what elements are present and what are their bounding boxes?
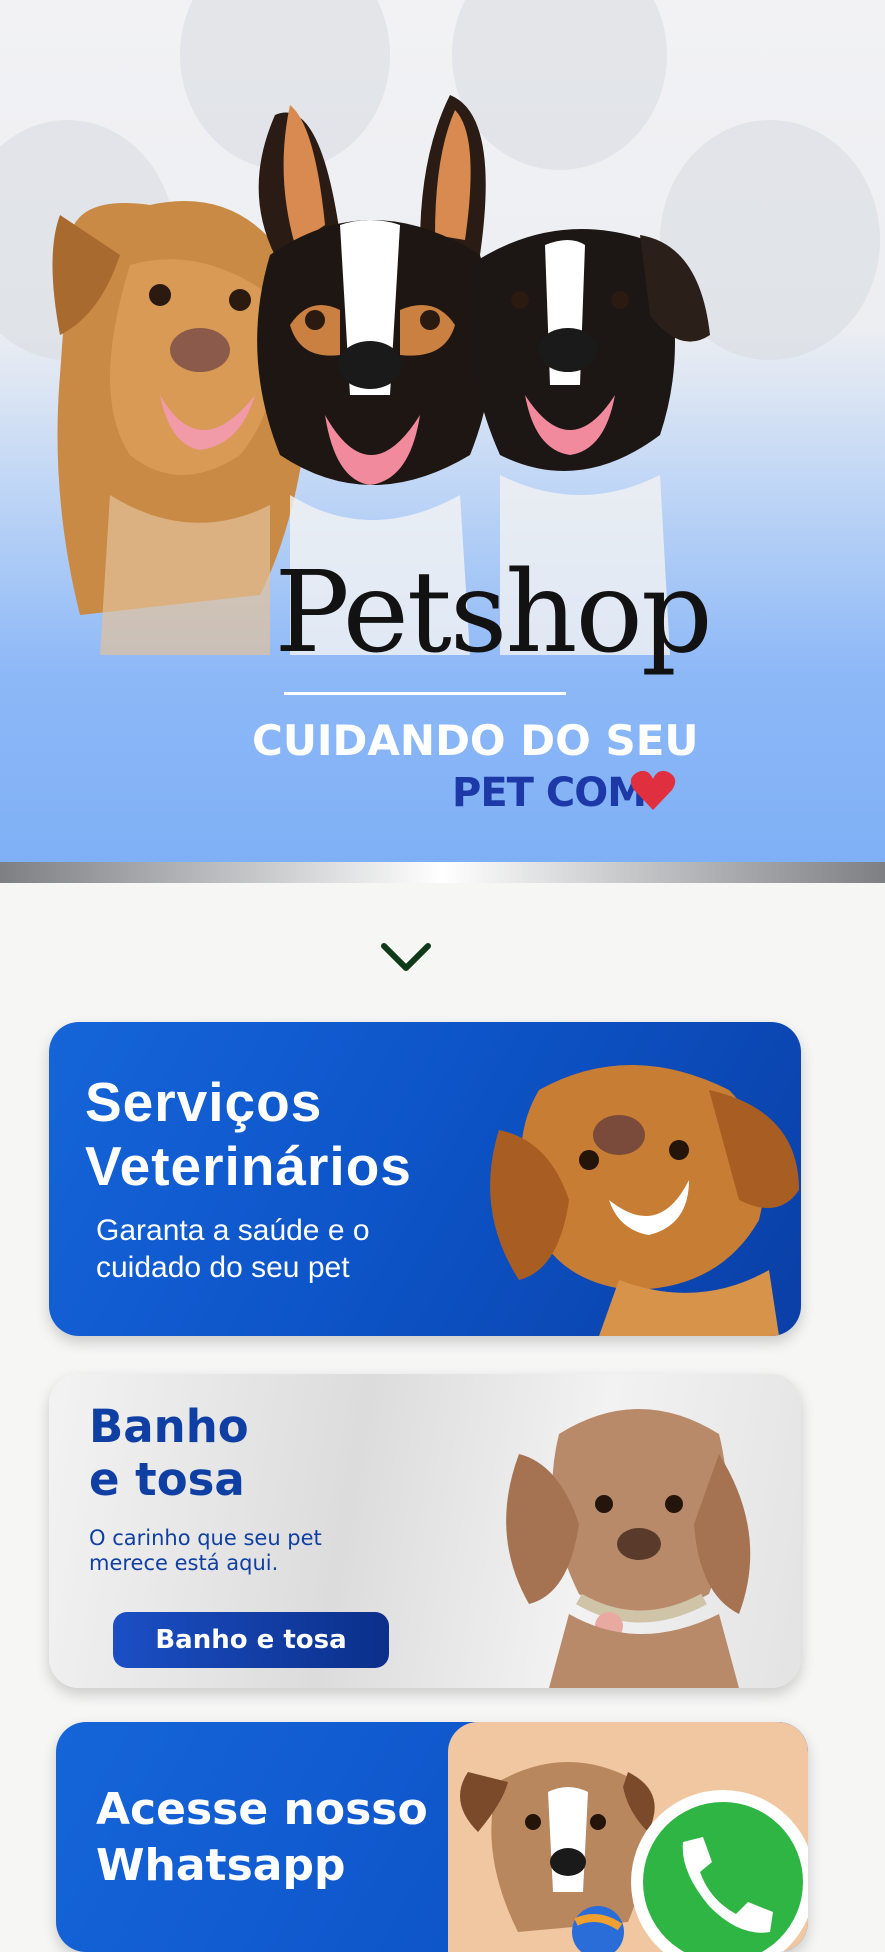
dachshund-dog-image [506, 1409, 751, 1688]
hero-title: Petshop [274, 548, 712, 678]
grooming-card-subtitle: O carinho que seu pet merece está aqui. [89, 1526, 322, 1575]
whatsapp-icon [631, 1790, 808, 1952]
whatsapp-card-title: Acesse nosso Whatsapp [96, 1782, 428, 1894]
vet-title-line1: Serviços [85, 1071, 323, 1133]
vet-card-subtitle: Garanta a saúde e o cuidado do seu pet [96, 1214, 370, 1284]
chevron-down-icon[interactable] [380, 942, 432, 974]
grooming-card-title: Banho e tosa [89, 1400, 349, 1506]
heart-icon [630, 770, 676, 810]
grooming-card[interactable]: Banho e tosa O carinho que seu pet merec… [49, 1374, 801, 1688]
grooming-title-line2: e tosa [89, 1453, 245, 1506]
grooming-button[interactable]: Banho e tosa [113, 1612, 389, 1668]
hero-subtitle-line2: PET COM [452, 770, 647, 816]
grooming-title-line1: Banho [89, 1400, 249, 1453]
divider-line [284, 692, 566, 695]
metallic-divider [0, 862, 885, 883]
whatsapp-card[interactable]: Acesse nosso Whatsapp [56, 1722, 808, 1952]
hero-banner: Petshop CUIDANDO DO SEU PET COM [0, 0, 885, 862]
terrier-dog-image [448, 1722, 808, 1952]
vet-title-line2: Veterinários [85, 1135, 412, 1197]
spaniel-dog-image [490, 1065, 799, 1336]
vet-services-card[interactable]: Serviços Veterinários Garanta a saúde e … [49, 1022, 801, 1336]
whatsapp-title-line1: Acesse nosso [96, 1784, 428, 1835]
terrier-illustration [460, 1762, 808, 1952]
vet-card-title: Serviços Veterinários [85, 1070, 412, 1198]
hero-subtitle-line1: CUIDANDO DO SEU [252, 716, 699, 765]
whatsapp-title-line2: Whatsapp [96, 1840, 346, 1891]
